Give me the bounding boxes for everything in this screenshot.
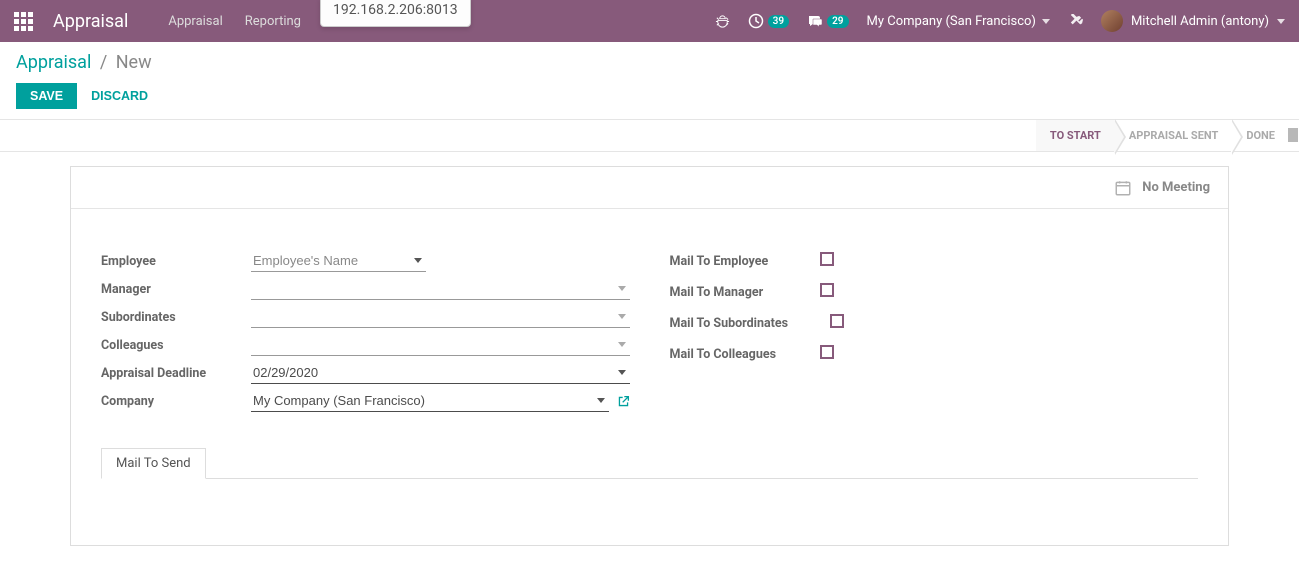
company-name: My Company (San Francisco): [867, 14, 1036, 29]
mail-subordinates-checkbox[interactable]: [830, 314, 844, 328]
status-to-start[interactable]: TO START: [1036, 120, 1115, 151]
company-selector[interactable]: My Company (San Francisco): [867, 14, 1050, 29]
company-field[interactable]: [251, 390, 609, 412]
status-bar: TO START APPRAISAL SENT DONE: [0, 120, 1299, 152]
messages-icon[interactable]: 29: [807, 13, 848, 29]
mail-colleagues-checkbox[interactable]: [820, 345, 834, 359]
label-manager: Manager: [101, 282, 251, 297]
label-mail-employee: Mail To Employee: [670, 254, 820, 269]
deadline-field[interactable]: [251, 362, 630, 384]
nav-appraisal[interactable]: Appraisal: [168, 14, 222, 29]
nav-links: Appraisal Reporting: [168, 14, 301, 29]
topbar-right: 39 29 My Company (San Francisco) Mitchel…: [715, 10, 1285, 32]
user-name: Mitchell Admin (antony): [1131, 14, 1269, 29]
breadcrumb-current: New: [116, 52, 152, 73]
label-mail-subordinates: Mail To Subordinates: [670, 316, 830, 331]
save-button[interactable]: SAVE: [16, 83, 77, 109]
messages-badge: 29: [827, 15, 848, 28]
external-link-icon[interactable]: [617, 395, 630, 408]
form-col-right: Mail To Employee Mail To Manager Mail To…: [670, 249, 1199, 417]
content: TO START APPRAISAL SENT DONE No Meeting …: [0, 119, 1299, 586]
breadcrumb-sep: /: [100, 52, 107, 73]
tab-mail-to-send[interactable]: Mail To Send: [101, 448, 206, 479]
notebook: Mail To Send: [101, 447, 1198, 538]
sheet-header: No Meeting: [71, 167, 1228, 209]
label-deadline: Appraisal Deadline: [101, 366, 251, 381]
activities-badge: 39: [768, 15, 789, 28]
avatar: [1101, 10, 1123, 32]
label-mail-manager: Mail To Manager: [670, 285, 820, 300]
debug-icon[interactable]: [715, 14, 730, 29]
label-employee: Employee: [101, 254, 251, 269]
user-menu[interactable]: Mitchell Admin (antony): [1101, 10, 1285, 32]
action-buttons: SAVE DISCARD: [16, 83, 1283, 109]
form-body: Employee Manager Sub: [71, 209, 1228, 437]
calendar-icon: [1114, 179, 1132, 197]
colleagues-field[interactable]: [251, 334, 630, 356]
form-sheet: No Meeting Employee Manager: [70, 166, 1229, 546]
label-subordinates: Subordinates: [101, 310, 251, 325]
form-col-left: Employee Manager Sub: [101, 249, 630, 417]
status-appraisal-sent[interactable]: APPRAISAL SENT: [1115, 120, 1232, 151]
subordinates-field[interactable]: [251, 306, 630, 328]
control-panel: Appraisal / New SAVE DISCARD: [0, 42, 1299, 109]
mail-employee-checkbox[interactable]: [820, 252, 834, 266]
mail-manager-checkbox[interactable]: [820, 283, 834, 297]
label-company: Company: [101, 394, 251, 409]
caret-down-icon: [1042, 19, 1050, 24]
top-navbar: Appraisal Appraisal Reporting 192.168.2.…: [0, 0, 1299, 42]
label-mail-colleagues: Mail To Colleagues: [670, 347, 820, 362]
app-brand[interactable]: Appraisal: [53, 11, 128, 32]
discard-button[interactable]: DISCARD: [91, 89, 148, 103]
no-meeting-button[interactable]: No Meeting: [1114, 179, 1210, 197]
tools-icon[interactable]: [1068, 14, 1083, 29]
nav-reporting[interactable]: Reporting: [245, 14, 301, 29]
breadcrumb-root[interactable]: Appraisal: [16, 52, 91, 73]
caret-down-icon: [1277, 19, 1285, 24]
breadcrumb: Appraisal / New: [16, 52, 1283, 73]
scrollbar-thumb[interactable]: [1288, 128, 1298, 142]
activities-icon[interactable]: 39: [748, 13, 789, 29]
no-meeting-label: No Meeting: [1142, 180, 1210, 195]
label-colleagues: Colleagues: [101, 338, 251, 353]
manager-field[interactable]: [251, 278, 630, 300]
tab-content: [101, 478, 1198, 538]
employee-field[interactable]: [251, 250, 426, 272]
apps-icon[interactable]: [14, 12, 33, 31]
ip-tooltip: 192.168.2.206:8013: [320, 0, 471, 27]
sheet-container: No Meeting Employee Manager: [0, 166, 1299, 586]
